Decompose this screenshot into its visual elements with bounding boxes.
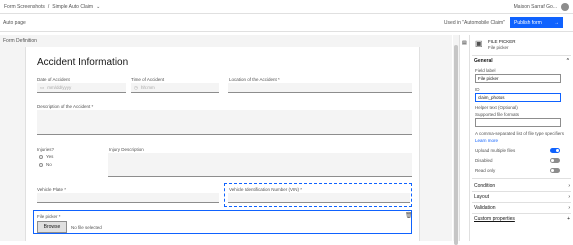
upload-multiple-label: Upload multiple files: [475, 148, 516, 153]
radio-no-label: No: [46, 162, 52, 167]
field-label-input[interactable]: File picker: [475, 74, 561, 83]
upload-multiple-toggle[interactable]: [550, 148, 560, 153]
custom-properties-header[interactable]: Custom properties +: [474, 216, 570, 222]
file-picker-label: File picker *: [37, 214, 61, 219]
injuries-label: Injuries?: [37, 147, 55, 152]
layout-section-header[interactable]: Layout ›: [474, 194, 570, 200]
injury-description-label: Injury Description: [109, 147, 144, 152]
plus-icon: +: [567, 216, 570, 222]
user-name[interactable]: Maison Sarraf Go...: [514, 4, 557, 10]
avatar[interactable]: [561, 2, 569, 11]
id-input[interactable]: claim_photos: [475, 93, 561, 102]
calendar-icon: ▭: [40, 84, 45, 90]
divider: [472, 213, 571, 214]
browse-button[interactable]: Browse: [37, 221, 67, 233]
layout-label: Layout: [474, 194, 490, 200]
arrow-right-icon: →: [554, 19, 559, 26]
clock-icon: ◷: [134, 84, 138, 90]
general-section-header[interactable]: General ⌃: [474, 58, 570, 64]
component-type-title: FILE PICKER: [488, 39, 516, 44]
supported-formats-lbl: Supported file formats: [475, 112, 520, 117]
time-label: Time of Accident: [131, 77, 165, 82]
chevron-up-icon: ⌃: [565, 58, 570, 64]
no-file-text: No file selected: [71, 225, 102, 230]
chevron-right-icon: ›: [568, 183, 570, 189]
time-field[interactable]: ◷ hh:mm: [131, 83, 219, 93]
divider: [472, 191, 571, 192]
injury-description-field[interactable]: [108, 153, 412, 177]
chevron-down-icon[interactable]: ⌄: [96, 4, 100, 10]
helper-text-lbl: Helper text (Optional): [475, 105, 518, 110]
disabled-label: Disabled: [475, 158, 493, 163]
breadcrumb-item[interactable]: Form Screenshots: [4, 4, 45, 10]
form-title[interactable]: Accident Information: [37, 57, 128, 68]
side-icon-strip: ▤: [459, 35, 469, 241]
date-field[interactable]: ▭ mm/dd/yyyy: [37, 83, 126, 93]
breadcrumb-current[interactable]: Simple Auto Claim: [52, 4, 93, 10]
general-label: General: [474, 58, 493, 64]
page-name: Auto page: [3, 19, 26, 26]
disabled-toggle[interactable]: [550, 158, 560, 163]
read-only-toggle[interactable]: [550, 168, 560, 173]
file-picker-selected[interactable]: [33, 210, 412, 234]
scrollbar-thumb[interactable]: [454, 45, 458, 245]
form-definition-label: Form Definition: [3, 38, 37, 44]
publish-button[interactable]: Publish form →: [510, 17, 563, 28]
date-placeholder: mm/dd/yyyy: [47, 85, 72, 90]
divider: [472, 55, 571, 56]
divider: [472, 202, 571, 203]
vin-label: Vehicle Identification Number (VIN) *: [229, 187, 303, 192]
condition-section-header[interactable]: Condition ›: [474, 183, 570, 189]
radio-yes-label: Yes: [46, 154, 54, 159]
date-label: Date of Accident: [37, 77, 70, 82]
description-label: Description of the Accident *: [37, 104, 94, 109]
divider: [472, 178, 571, 179]
component-type-sub: File picker: [488, 45, 509, 50]
used-in-link[interactable]: Used in "Automobile Claim": [444, 20, 505, 26]
file-picker-icon: ▣: [475, 39, 483, 48]
chevron-right-icon: ›: [568, 205, 570, 211]
radio-circle: [39, 162, 43, 167]
publish-button-label: Publish form: [514, 19, 542, 26]
location-label: Location of the Accident *: [229, 77, 280, 82]
properties-icon[interactable]: ▤: [462, 40, 467, 46]
trash-icon[interactable]: 🗑: [405, 212, 413, 219]
page-toolbar: Auto page Used in "Automobile Claim" Pub…: [0, 14, 573, 32]
radio-no[interactable]: No: [39, 162, 52, 167]
vin-field[interactable]: [228, 193, 410, 203]
read-only-label: Read only: [475, 168, 496, 173]
validation-section-header[interactable]: Validation ›: [474, 205, 570, 211]
supported-formats-input[interactable]: [475, 118, 561, 127]
time-placeholder: hh:mm: [140, 85, 155, 90]
chevron-right-icon: ›: [568, 194, 570, 200]
learn-more-link[interactable]: Learn more: [475, 138, 498, 143]
formats-note: A comma-separated list of file type spec…: [475, 131, 565, 136]
top-navigation-bar: Form Screenshots / Simple Auto Claim ⌄ M…: [0, 0, 573, 14]
location-field[interactable]: [228, 83, 412, 93]
validation-label: Validation: [474, 205, 496, 211]
radio-yes[interactable]: Yes: [39, 154, 53, 159]
breadcrumb: Form Screenshots / Simple Auto Claim ⌄: [0, 4, 100, 10]
field-label-lbl: Field label: [475, 68, 496, 73]
description-field[interactable]: [37, 110, 412, 135]
plate-label: Vehicle Plate *: [37, 187, 67, 192]
plate-field[interactable]: [37, 193, 219, 203]
id-lbl: ID: [475, 87, 480, 92]
breadcrumb-separator: /: [47, 3, 50, 10]
condition-label: Condition: [474, 183, 496, 189]
radio-circle: [39, 154, 43, 159]
custom-properties-label: Custom properties: [474, 216, 515, 222]
